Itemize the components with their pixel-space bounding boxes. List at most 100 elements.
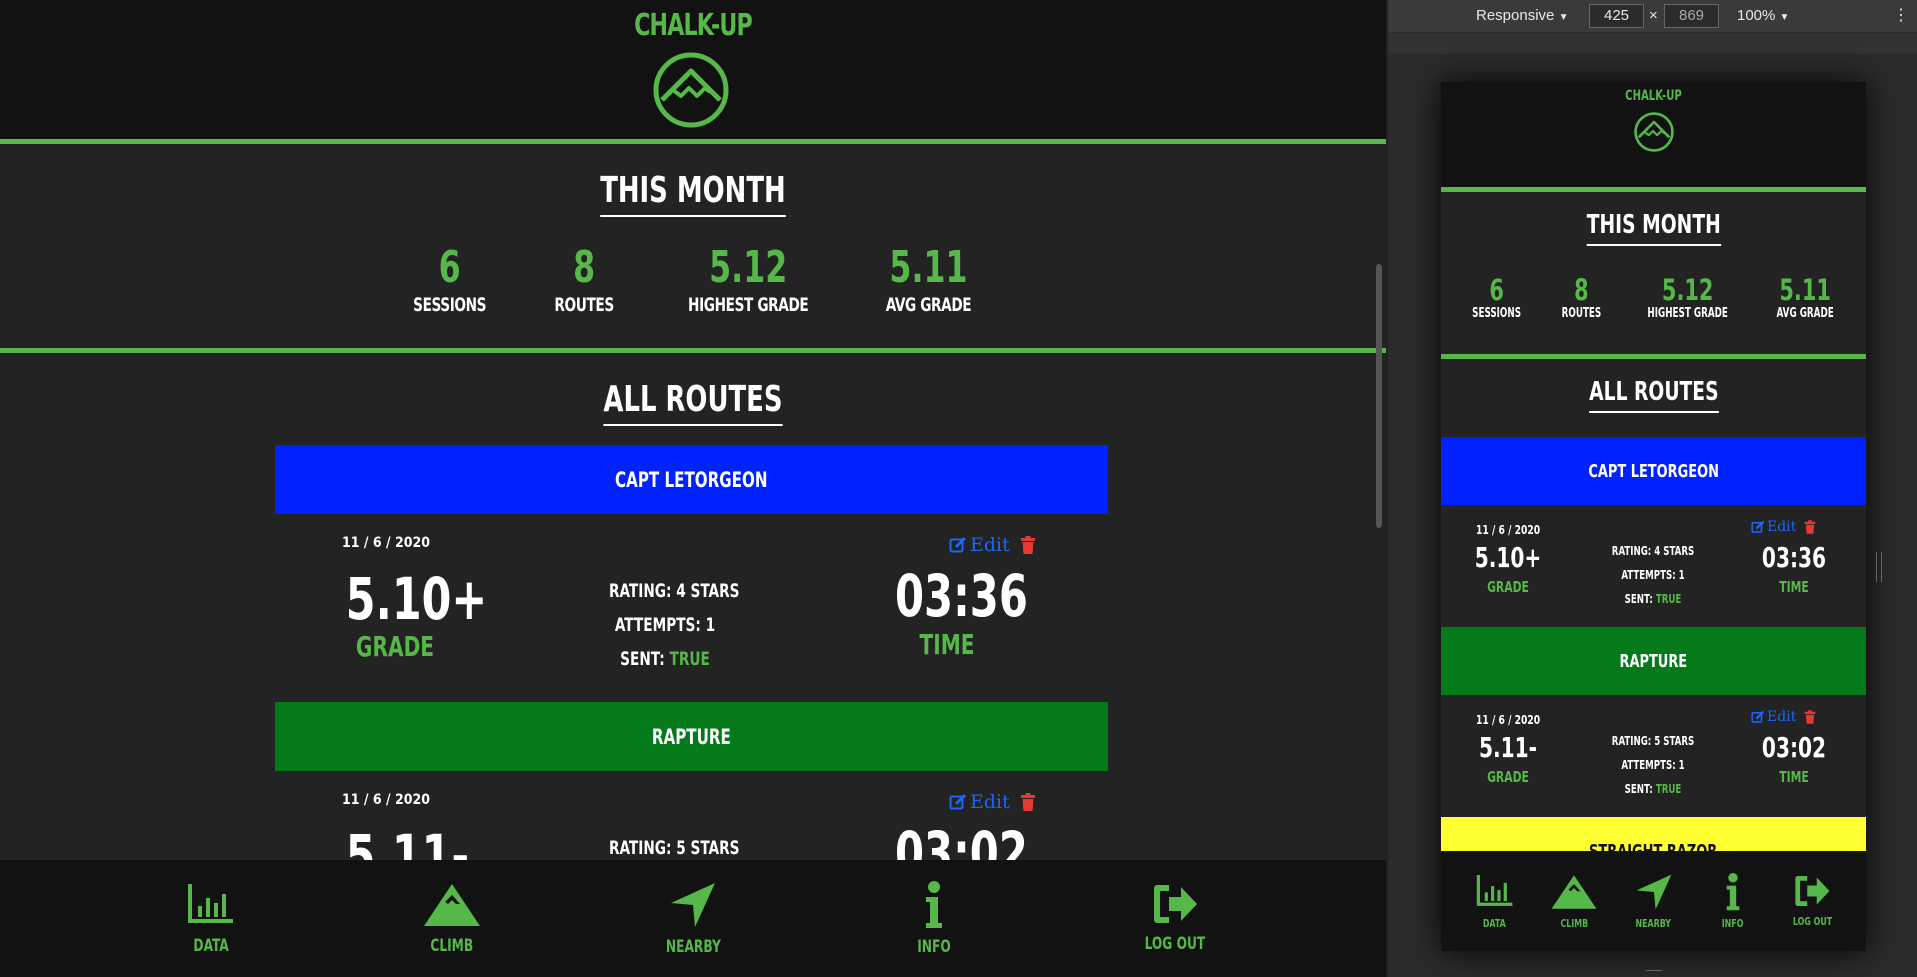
location-arrow-icon [1636, 874, 1671, 909]
edit-icon [1751, 520, 1765, 533]
device-toolbar: Responsive ▼ 425 × 869 100% ▼ ⋮ [1388, 0, 1917, 32]
logo-icon[interactable] [653, 52, 729, 128]
nav-logout[interactable]: LOG OUT [1773, 851, 1852, 951]
stat-highest-grade: 5.12 HIGHEST GRADE [1647, 273, 1728, 321]
stat-highest-grade: 5.12 HIGHEST GRADE [688, 242, 809, 316]
route-header[interactable]: RAPTURE [1441, 627, 1866, 695]
mountain-icon [423, 883, 480, 926]
bottom-nav: DATA CLIMB NEARBY INFO LOG OUT [1441, 851, 1866, 951]
route-date: 11 / 6 / 2020 [1476, 713, 1541, 727]
route-header[interactable]: RAPTURE [275, 702, 1108, 771]
app-header: CHALK-UP [0, 0, 1386, 144]
month-stats: 6 SESSIONS 8 ROUTES 5.12 HIGHEST GRADE 5.11… [0, 242, 1386, 316]
route-sent: SENT: TRUE [620, 648, 710, 670]
stat-routes: 8 ROUTES [1561, 273, 1602, 321]
nav-nearby[interactable]: NEARBY [1614, 851, 1693, 951]
devtools-device-pane: Responsive ▼ 425 × 869 100% ▼ ⋮ CHALK-UP… [1386, 0, 1917, 977]
sign-out-icon [1154, 884, 1198, 923]
page-scrollbar[interactable] [1376, 264, 1382, 528]
route-time: 03:36 TIME [1761, 541, 1827, 596]
zoom-select[interactable]: 100% ▼ [1737, 7, 1789, 24]
all-routes-title: ALL ROUTES [0, 379, 1386, 426]
stat-avg-grade: 5.11 AVG GRADE [886, 242, 972, 316]
chevron-down-icon: ▼ [1779, 12, 1790, 23]
device-select[interactable]: Responsive ▼ [1476, 7, 1568, 24]
main-viewport: CHALK-UP THIS MONTH 6 SESSIONS 8 ROUTES 5.… [0, 0, 1386, 977]
bar-chart-icon [1476, 874, 1513, 906]
route-time: 03:36 TIME [895, 562, 1028, 661]
stat-sessions: 6 SESSIONS [412, 242, 486, 316]
stat-sessions: 6 SESSIONS [1471, 273, 1521, 321]
route-header[interactable]: CAPT LETORGEON [1441, 437, 1866, 505]
edit-icon [949, 793, 967, 810]
month-stats: 6 SESSIONS 8 ROUTES 5.12 HIGHEST GRADE 5.11… [1441, 274, 1866, 321]
resize-handle-bottom[interactable] [1646, 970, 1662, 971]
more-options-icon[interactable]: ⋮ [1893, 5, 1909, 25]
route-info: RATING: 5 STARS ATTEMPTS: 1 SENT: TRUE [1601, 729, 1705, 801]
nav-nearby[interactable]: NEARBY [572, 860, 813, 977]
edit-icon [949, 536, 967, 553]
nav-data[interactable]: DATA [1455, 851, 1534, 951]
nav-info[interactable]: INFO [1693, 851, 1772, 951]
trash-icon[interactable] [1804, 520, 1816, 534]
device-frame: CHALK-UP THIS MONTH 6 SESSIONS 8 ROUTES 5.… [1441, 82, 1866, 951]
route-info: RATING: 4 STARS ATTEMPTS: 1 SENT: TRUE [595, 574, 739, 676]
edit-button[interactable]: Edit [1751, 519, 1796, 535]
chevron-down-icon: ▼ [1558, 12, 1569, 23]
edit-button[interactable]: Edit [1751, 709, 1796, 725]
location-arrow-icon [671, 882, 715, 927]
logo-icon[interactable] [1634, 112, 1674, 152]
section-divider [1441, 354, 1866, 359]
app-header: CHALK-UP [1441, 82, 1866, 192]
device-stage: CHALK-UP THIS MONTH 6 SESSIONS 8 ROUTES 5.… [1388, 54, 1917, 977]
height-input[interactable]: 869 [1664, 4, 1719, 28]
nav-info[interactable]: INFO [814, 860, 1055, 977]
nav-climb[interactable]: CLIMB [331, 860, 572, 977]
edit-button[interactable]: Edit [949, 791, 1010, 813]
this-month-title: THIS MONTH [1441, 210, 1866, 246]
nav-data[interactable]: DATA [90, 860, 331, 977]
times-sign: × [1649, 7, 1658, 24]
bar-chart-icon [187, 883, 233, 923]
route-card: 11 / 6 / 2020 5.10+ GRADE RATING: 4 STAR… [275, 514, 1108, 702]
route-actions: Edit [949, 534, 1036, 556]
section-divider [0, 348, 1386, 353]
route-time: 03:02 TIME [1761, 731, 1827, 786]
route-grade: 5.10+ GRADE [345, 565, 488, 663]
app-brand[interactable]: CHALK-UP [125, 8, 1262, 43]
route-header[interactable]: CAPT LETORGEON [275, 445, 1108, 514]
stat-routes: 8 ROUTES [554, 242, 614, 316]
trash-icon[interactable] [1020, 536, 1036, 554]
nav-logout[interactable]: LOG OUT [1055, 860, 1296, 977]
route-actions: Edit [949, 791, 1036, 813]
info-icon [926, 880, 943, 928]
mountain-icon [1551, 874, 1597, 909]
media-query-ruler [1388, 32, 1917, 56]
app-brand[interactable]: CHALK-UP [1484, 88, 1824, 104]
route-actions: Edit [1751, 519, 1816, 535]
route-grade: 5.10+ GRADE [1474, 541, 1542, 596]
route-date: 11 / 6 / 2020 [342, 792, 431, 808]
route-info: RATING: 4 STARS ATTEMPTS: 1 SENT: TRUE [1601, 539, 1705, 611]
width-input[interactable]: 425 [1589, 4, 1644, 28]
trash-icon[interactable] [1804, 710, 1816, 724]
route-card: 11 / 6 / 2020 5.11- GRADE RATING: 5 STAR… [1441, 695, 1866, 817]
stat-avg-grade: 5.11 AVG GRADE [1776, 273, 1834, 321]
this-month-title: THIS MONTH [0, 170, 1386, 217]
resize-handle-right[interactable] [1876, 552, 1882, 582]
route-date: 11 / 6 / 2020 [1476, 523, 1541, 537]
sign-out-icon [1795, 875, 1830, 906]
edit-button[interactable]: Edit [949, 534, 1010, 556]
trash-icon[interactable] [1020, 793, 1036, 811]
route-card: 11 / 6 / 2020 5.10+ GRADE RATING: 4 STAR… [1441, 505, 1866, 627]
route-actions: Edit [1751, 709, 1816, 725]
all-routes-title: ALL ROUTES [1441, 377, 1866, 413]
route-date: 11 / 6 / 2020 [342, 535, 431, 551]
route-sent: SENT: TRUE [1624, 782, 1682, 796]
bottom-nav: DATA CLIMB NEARBY INFO LOG OUT [0, 860, 1386, 977]
route-grade: 5.11- GRADE [1478, 731, 1538, 786]
route-sent: SENT: TRUE [1624, 592, 1682, 606]
edit-icon [1751, 710, 1765, 723]
nav-climb[interactable]: CLIMB [1534, 851, 1613, 951]
info-icon [1726, 872, 1740, 910]
